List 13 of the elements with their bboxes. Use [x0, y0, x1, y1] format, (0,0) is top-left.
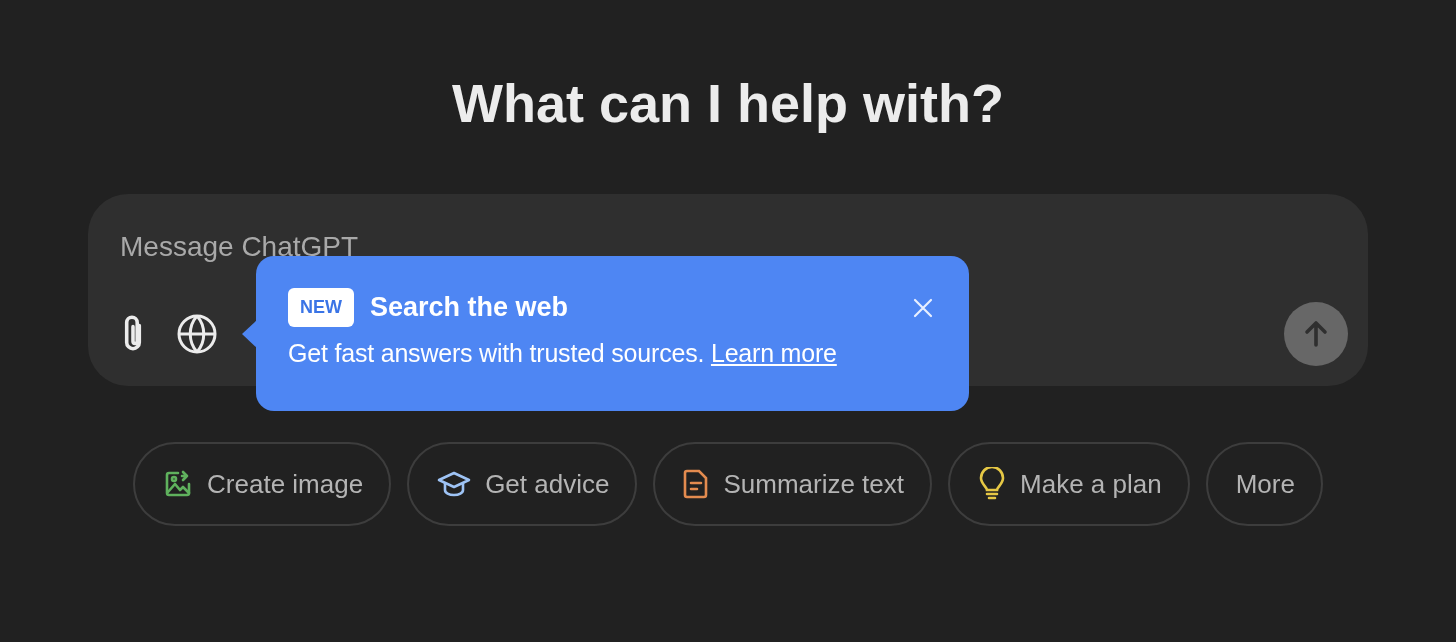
tooltip-title: Search the web: [370, 292, 569, 323]
suggestion-chip[interactable]: More: [1205, 442, 1323, 526]
tooltip-text: Get fast answers with trusted sources.: [288, 339, 705, 367]
suggestion-chip[interactable]: Make a plan: [948, 442, 1190, 526]
globe-icon[interactable]: [176, 313, 218, 355]
page-heading: What can I help with?: [452, 72, 1004, 135]
suggestion-chip[interactable]: Get advice: [407, 442, 638, 526]
suggestion-chip[interactable]: Summarize text: [653, 442, 933, 526]
suggestion-chip[interactable]: Create image: [133, 442, 392, 526]
message-input[interactable]: Message ChatGPT: [120, 228, 520, 266]
new-badge: NEW: [288, 288, 354, 327]
close-icon[interactable]: [913, 297, 933, 318]
arrow-up-icon: [1302, 319, 1330, 349]
